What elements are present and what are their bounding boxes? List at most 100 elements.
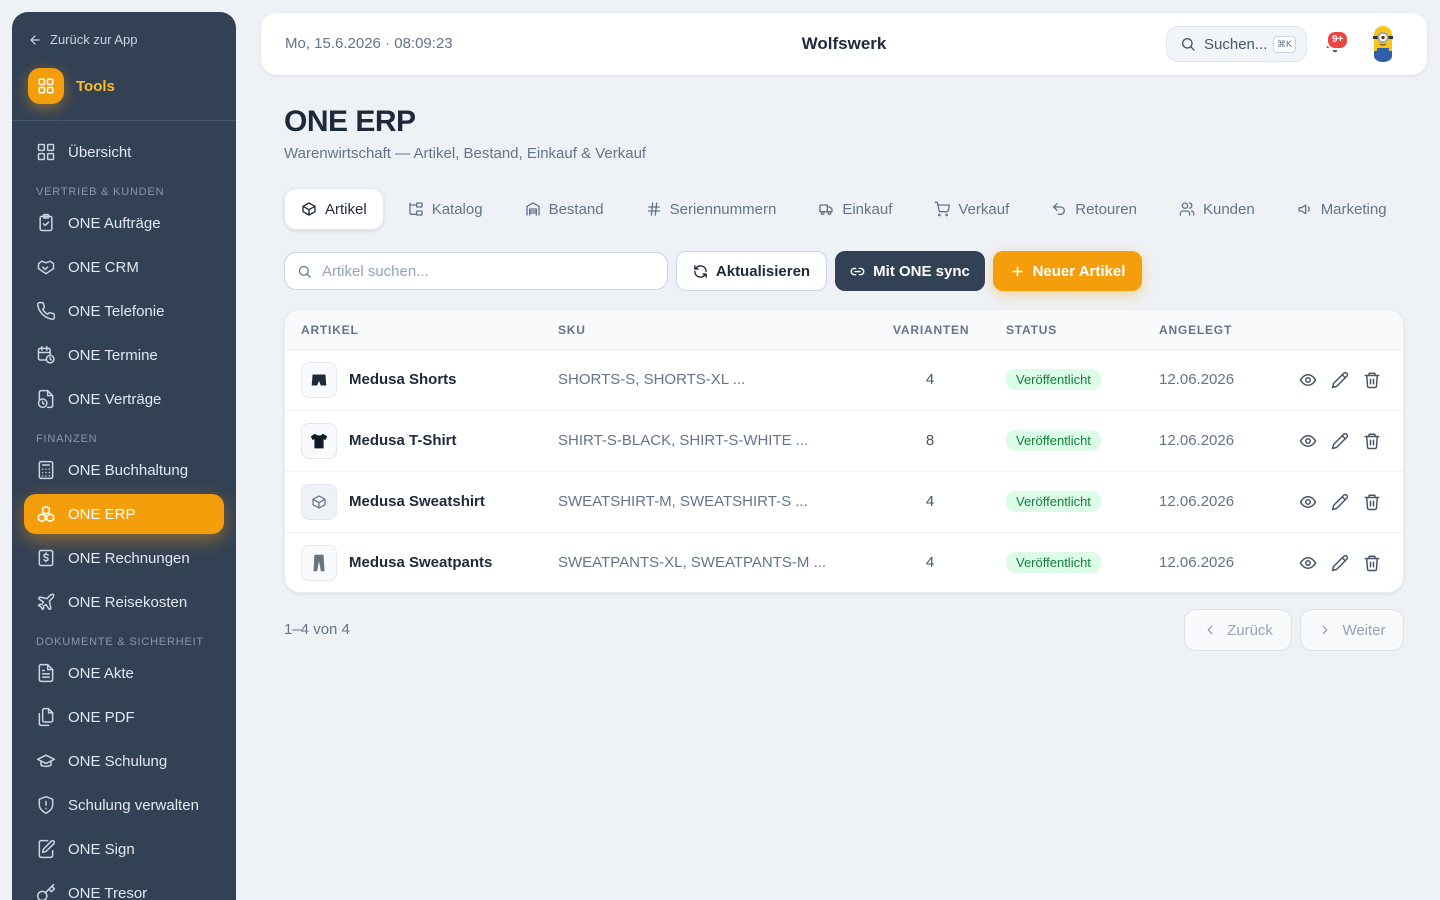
- tab-katalog[interactable]: Katalog: [392, 188, 499, 230]
- search-icon: [298, 265, 311, 278]
- sidebar-item-overview[interactable]: Übersicht: [24, 132, 224, 172]
- sidebar-item-schulung-verwalten[interactable]: Schulung verwalten: [24, 785, 224, 825]
- edit-icon[interactable]: [1331, 493, 1349, 511]
- tab-label: Artikel: [325, 200, 367, 218]
- edit-icon[interactable]: [1331, 554, 1349, 572]
- sidebar-item-vertraege[interactable]: ONE Verträge: [24, 379, 224, 419]
- article-variants: 4: [925, 371, 935, 388]
- article-created-date: 12.06.2026: [1159, 432, 1235, 449]
- trash-icon[interactable]: [1363, 371, 1381, 389]
- column-header-artikel[interactable]: ARTIKEL: [301, 323, 359, 337]
- search-icon: [1182, 38, 1195, 51]
- clipboard-check-icon: [39, 213, 53, 232]
- sidebar-item-label: ONE Telefonie: [68, 302, 165, 320]
- tab-label: Einkauf: [842, 200, 893, 218]
- column-header-angelegt[interactable]: ANGELEGT: [1159, 323, 1232, 337]
- tab-label: Seriennummern: [669, 200, 777, 218]
- row-actions: [1299, 493, 1381, 511]
- hash-icon: [647, 202, 660, 216]
- tab-artikel[interactable]: Artikel: [284, 188, 384, 230]
- tab-retouren[interactable]: Retouren: [1035, 188, 1153, 230]
- shopping-cart-icon: [935, 201, 951, 217]
- sidebar-section-docs: DOKUMENTE & SICHERHEIT: [36, 636, 204, 648]
- table-row[interactable]: Medusa Sweatshirt SWEATSHIRT-M, SWEATSHI…: [285, 472, 1403, 533]
- article-name[interactable]: Medusa T-Shirt: [349, 432, 457, 449]
- edit-icon[interactable]: [1331, 432, 1349, 450]
- tab-label: Kunden: [1202, 200, 1255, 218]
- sidebar-item-label: ONE Tresor: [68, 884, 148, 900]
- sidebar-item-tresor[interactable]: ONE Tresor: [24, 873, 224, 900]
- sidebar-item-schulung[interactable]: ONE Schulung: [24, 741, 224, 781]
- table-row[interactable]: Medusa Shorts SHORTS-S, SHORTS-XL ... 4 …: [285, 350, 1403, 411]
- status-badge: Veröffentlicht: [1006, 552, 1101, 573]
- new-article-button-label: Neuer Artikel: [1032, 262, 1126, 280]
- sidebar-item-buchhaltung[interactable]: ONE Buchhaltung: [24, 450, 224, 490]
- sync-button[interactable]: Mit ONE sync: [835, 251, 985, 291]
- tab-seriennummern[interactable]: Seriennummern: [630, 188, 793, 230]
- sidebar-item-termine[interactable]: ONE Termine: [24, 335, 224, 375]
- previous-page-button[interactable]: Zurück: [1184, 609, 1292, 651]
- status-badge: Veröffentlicht: [1006, 430, 1101, 451]
- sidebar-item-label: Schulung verwalten: [68, 796, 199, 814]
- truck-icon: [819, 204, 833, 215]
- edit-icon[interactable]: [1331, 371, 1349, 389]
- tab-verkauf[interactable]: Verkauf: [918, 188, 1025, 230]
- sidebar-item-crm[interactable]: ONE CRM: [24, 247, 224, 287]
- column-header-status[interactable]: STATUS: [1006, 323, 1057, 337]
- trash-icon[interactable]: [1363, 493, 1381, 511]
- undo-icon: [1053, 203, 1066, 215]
- view-icon[interactable]: [1299, 554, 1317, 572]
- sidebar-item-reisekosten[interactable]: ONE Reisekosten: [24, 582, 224, 622]
- trash-icon[interactable]: [1363, 554, 1381, 572]
- column-header-varianten[interactable]: VARIANTEN: [893, 323, 969, 337]
- sidebar-item-erp[interactable]: ONE ERP: [24, 494, 224, 534]
- tab-marketing[interactable]: Marketing: [1281, 188, 1403, 230]
- article-name[interactable]: Medusa Sweatshirt: [349, 493, 485, 510]
- tab-kunden[interactable]: Kunden: [1163, 188, 1271, 230]
- view-icon[interactable]: [1299, 432, 1317, 450]
- arrow-left-icon: [30, 34, 40, 45]
- table-header: ARTIKEL SKU VARIANTEN STATUS ANGELEGT: [285, 310, 1403, 350]
- view-icon[interactable]: [1299, 493, 1317, 511]
- global-search-button[interactable]: Suchen... ⌘K: [1166, 26, 1307, 62]
- sidebar-item-rechnungen[interactable]: ONE Rechnungen: [24, 538, 224, 578]
- previous-page-label: Zurück: [1227, 621, 1273, 639]
- row-actions: [1299, 432, 1381, 450]
- refresh-button[interactable]: Aktualisieren: [676, 251, 827, 291]
- sidebar-item-pdf[interactable]: ONE PDF: [24, 697, 224, 737]
- layout-grid-icon: [37, 143, 55, 161]
- date-time: Mo, 15.6.2026 · 08:09:23: [285, 35, 453, 52]
- tab-einkauf[interactable]: Einkauf: [802, 188, 908, 230]
- next-page-button[interactable]: Weiter: [1300, 609, 1404, 651]
- sidebar-item-label: ONE Termine: [68, 346, 158, 364]
- sidebar-item-auftraege[interactable]: ONE Aufträge: [24, 203, 224, 243]
- sync-button-label: Mit ONE sync: [873, 262, 970, 280]
- article-name[interactable]: Medusa Sweatpants: [349, 554, 492, 571]
- file-clock-icon: [37, 389, 54, 409]
- brand[interactable]: Tools: [28, 68, 115, 104]
- tab-label: Verkauf: [958, 200, 1010, 218]
- article-created-date: 12.06.2026: [1159, 371, 1235, 388]
- sidebar-item-label: ONE Sign: [68, 840, 135, 858]
- tab-bestand[interactable]: Bestand: [509, 188, 620, 230]
- avatar[interactable]: [1366, 23, 1400, 67]
- tshirt-icon: [301, 423, 337, 459]
- article-name[interactable]: Medusa Shorts: [349, 371, 457, 388]
- key-icon: [36, 883, 56, 900]
- trash-icon[interactable]: [1363, 432, 1381, 450]
- new-article-button[interactable]: Neuer Artikel: [993, 251, 1142, 291]
- column-header-sku[interactable]: SKU: [558, 323, 586, 337]
- sidebar-item-label: ONE Reisekosten: [68, 593, 188, 611]
- table-row[interactable]: Medusa Sweatpants SWEATPANTS-XL, SWEATPA…: [285, 533, 1403, 592]
- sidebar-section-finance: FINANZEN: [36, 433, 98, 445]
- sidebar-item-telefonie[interactable]: ONE Telefonie: [24, 291, 224, 331]
- phone-icon: [37, 301, 56, 320]
- row-actions: [1299, 371, 1381, 389]
- view-icon[interactable]: [1299, 371, 1317, 389]
- sidebar-item-akte[interactable]: ONE Akte: [24, 653, 224, 693]
- article-search-input[interactable]: [322, 262, 642, 280]
- status-badge: Veröffentlicht: [1006, 491, 1101, 512]
- table-row[interactable]: Medusa T-Shirt SHIRT-S-BLACK, SHIRT-S-WH…: [285, 411, 1403, 472]
- sidebar-item-sign[interactable]: ONE Sign: [24, 829, 224, 869]
- back-to-app-link[interactable]: Zurück zur App: [28, 32, 137, 47]
